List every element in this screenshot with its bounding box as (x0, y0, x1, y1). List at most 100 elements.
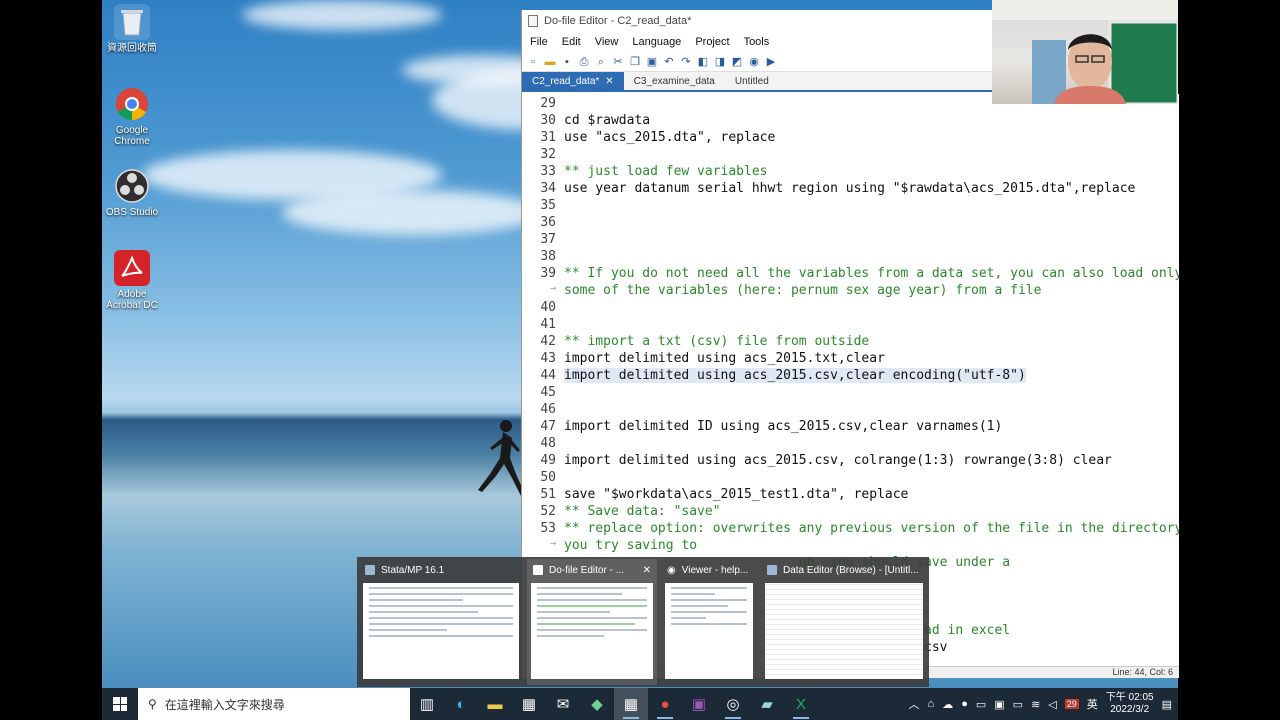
menu-file[interactable]: File (530, 36, 548, 48)
volume-icon[interactable]: ◁ (1048, 698, 1056, 711)
tab-c2-read-data[interactable]: C2_read_data* ✕ (522, 72, 624, 90)
copy-icon[interactable]: ❐ (628, 55, 642, 69)
code-line[interactable]: import delimited ID using acs_2015.csv,c… (564, 419, 1002, 434)
line-number: 29 (540, 96, 556, 111)
find-icon[interactable]: ⌕ (594, 55, 608, 69)
preview-viewer[interactable]: ◉ Viewer - help... (661, 559, 757, 685)
line-number: 50 (540, 470, 556, 485)
code-line[interactable]: some of the variables (here: pernum sex … (564, 283, 1041, 298)
code-line[interactable]: ** import a txt (csv) file from outside (564, 334, 869, 349)
line-number: 46 (540, 402, 556, 417)
app-launcher-icon[interactable]: ◆ (580, 688, 614, 720)
code-line[interactable]: cd $rawdata (564, 113, 650, 128)
meet-now-icon[interactable]: ⌂ (928, 698, 935, 710)
bookmark-toggle-icon[interactable]: ◧ (696, 55, 710, 69)
menu-tools[interactable]: Tools (744, 36, 770, 48)
new-file-icon[interactable]: ▫ (526, 55, 540, 69)
open-folder-icon[interactable]: ▬ (543, 55, 557, 69)
code-line[interactable]: ** just load few variables (564, 164, 768, 179)
line-number: 41 (540, 317, 556, 332)
line-number: 47 (540, 419, 556, 434)
line-number: 30 (540, 113, 556, 128)
wifi-icon[interactable]: ≋ (1031, 698, 1040, 711)
code-line[interactable]: ** Save data: "save" (564, 504, 721, 519)
menu-project[interactable]: Project (695, 36, 729, 48)
bookmark-next-icon[interactable]: ◩ (730, 55, 744, 69)
obs-taskbar-icon[interactable]: ◎ (716, 688, 750, 720)
tab-label: C3_examine_data (633, 75, 715, 87)
screen-share-icon[interactable]: ▣ (994, 698, 1004, 711)
code-line[interactable]: save "$workdata\acs_2015_test1.dta", rep… (564, 487, 908, 502)
display-icon[interactable]: ▭ (1013, 698, 1023, 711)
menu-edit[interactable]: Edit (562, 36, 581, 48)
desktop-icon-label: 資源回收筒 (107, 43, 157, 54)
desktop-icon-adobe-acrobat[interactable]: Adobe Acrobat DC (102, 250, 162, 311)
tab-untitled[interactable]: Untitled (725, 72, 779, 90)
desktop-icon-obs-studio[interactable]: OBS Studio (102, 168, 162, 218)
cut-icon[interactable]: ✂ (611, 55, 625, 69)
line-number: 49 (540, 453, 556, 468)
onedrive-icon[interactable]: ☁ (942, 698, 953, 711)
code-line[interactable]: use year datanum serial hhwt region usin… (564, 181, 1135, 196)
code-line[interactable]: you try saving to (564, 538, 697, 553)
close-icon[interactable]: ✕ (643, 565, 651, 576)
window-title: Do-file Editor - C2_read_data* (544, 15, 692, 27)
code-line[interactable]: use "acs_2015.dta", replace (564, 130, 775, 145)
task-view-icon[interactable]: ▥ (410, 688, 444, 720)
code-line[interactable]: import delimited using acs_2015.csv, col… (564, 453, 1112, 468)
menu-view[interactable]: View (595, 36, 619, 48)
tab-label: C2_read_data* (532, 75, 600, 87)
microsoft-store-icon[interactable]: ▦ (512, 688, 546, 720)
print-icon[interactable]: ⎙ (577, 55, 591, 69)
code-line[interactable]: import delimited using acs_2015.txt,clea… (564, 351, 885, 366)
cursor-position: Line: 44, Col: 6 (1112, 667, 1173, 677)
notes-app-icon[interactable]: ▰ (750, 688, 784, 720)
menu-language[interactable]: Language (632, 36, 681, 48)
desktop-icon-label: OBS Studio (105, 207, 159, 218)
preview-title: Viewer - help... (681, 564, 749, 576)
code-line[interactable]: ** If you do not need all the variables … (564, 266, 1179, 281)
save-icon[interactable]: ▪ (560, 55, 574, 69)
desktop-icon-google-chrome[interactable]: Google Chrome (102, 86, 162, 147)
execute-icon[interactable]: ▶ (764, 55, 778, 69)
notification-badge[interactable]: 29 (1064, 699, 1079, 709)
undo-icon[interactable]: ↶ (662, 55, 676, 69)
show-icon[interactable]: ◉ (747, 55, 761, 69)
microphone-icon[interactable]: ● (961, 698, 968, 710)
desktop-icon-recycle-bin[interactable]: 資源回收筒 (102, 4, 162, 54)
ime-indicator[interactable]: 英 (1087, 696, 1098, 712)
search-icon: ⚲ (148, 697, 157, 711)
preview-thumbnail (363, 583, 519, 679)
line-number: → (549, 538, 556, 549)
chrome-taskbar-icon[interactable]: ● (648, 688, 682, 720)
close-icon[interactable]: ✕ (605, 76, 613, 87)
acrobat-icon (114, 250, 150, 286)
notification-center-icon[interactable]: ▤ (1162, 698, 1172, 711)
media-app-icon[interactable]: ▣ (682, 688, 716, 720)
webcam-person-image (992, 0, 1178, 104)
file-explorer-icon[interactable]: ▬ (478, 688, 512, 720)
chevron-up-icon[interactable]: ︿ (909, 696, 920, 712)
stata-taskbar-icon[interactable]: ▦ (614, 688, 648, 720)
mail-icon[interactable]: ✉ (546, 688, 580, 720)
code-line[interactable]: ** replace option: overwrites any previo… (564, 521, 1179, 536)
bookmark-prev-icon[interactable]: ◨ (713, 55, 727, 69)
line-number: 35 (540, 198, 556, 213)
edge-icon[interactable]: ◐ (444, 688, 478, 720)
clock[interactable]: 下午 02:05 2022/3/2 (1106, 692, 1154, 716)
battery-icon[interactable]: ▭ (976, 698, 986, 711)
taskbar-search-box[interactable]: ⚲ 在這裡輸入文字來搜尋 (138, 688, 410, 720)
system-tray: ︿ ⌂ ☁ ● ▭ ▣ ▭ ≋ ◁ 29 英 下午 02:05 2022/3/2… (909, 688, 1178, 720)
preview-data-editor[interactable]: Data Editor (Browse) - [Untitl... (761, 559, 927, 685)
start-button[interactable] (102, 688, 138, 720)
preview-stata[interactable]: Stata/MP 16.1 (359, 559, 523, 685)
paste-icon[interactable]: ▣ (645, 55, 659, 69)
preview-do-file-editor[interactable]: Do-file Editor - ... ✕ (527, 559, 657, 685)
chrome-icon (114, 86, 150, 122)
tab-c3-examine-data[interactable]: C3_examine_data (624, 72, 725, 90)
document-icon (528, 15, 538, 27)
redo-icon[interactable]: ↷ (679, 55, 693, 69)
excel-icon[interactable]: X (784, 688, 818, 720)
line-number: 44 (540, 368, 556, 383)
code-line[interactable]: import delimited using acs_2015.csv,clea… (564, 368, 1026, 383)
